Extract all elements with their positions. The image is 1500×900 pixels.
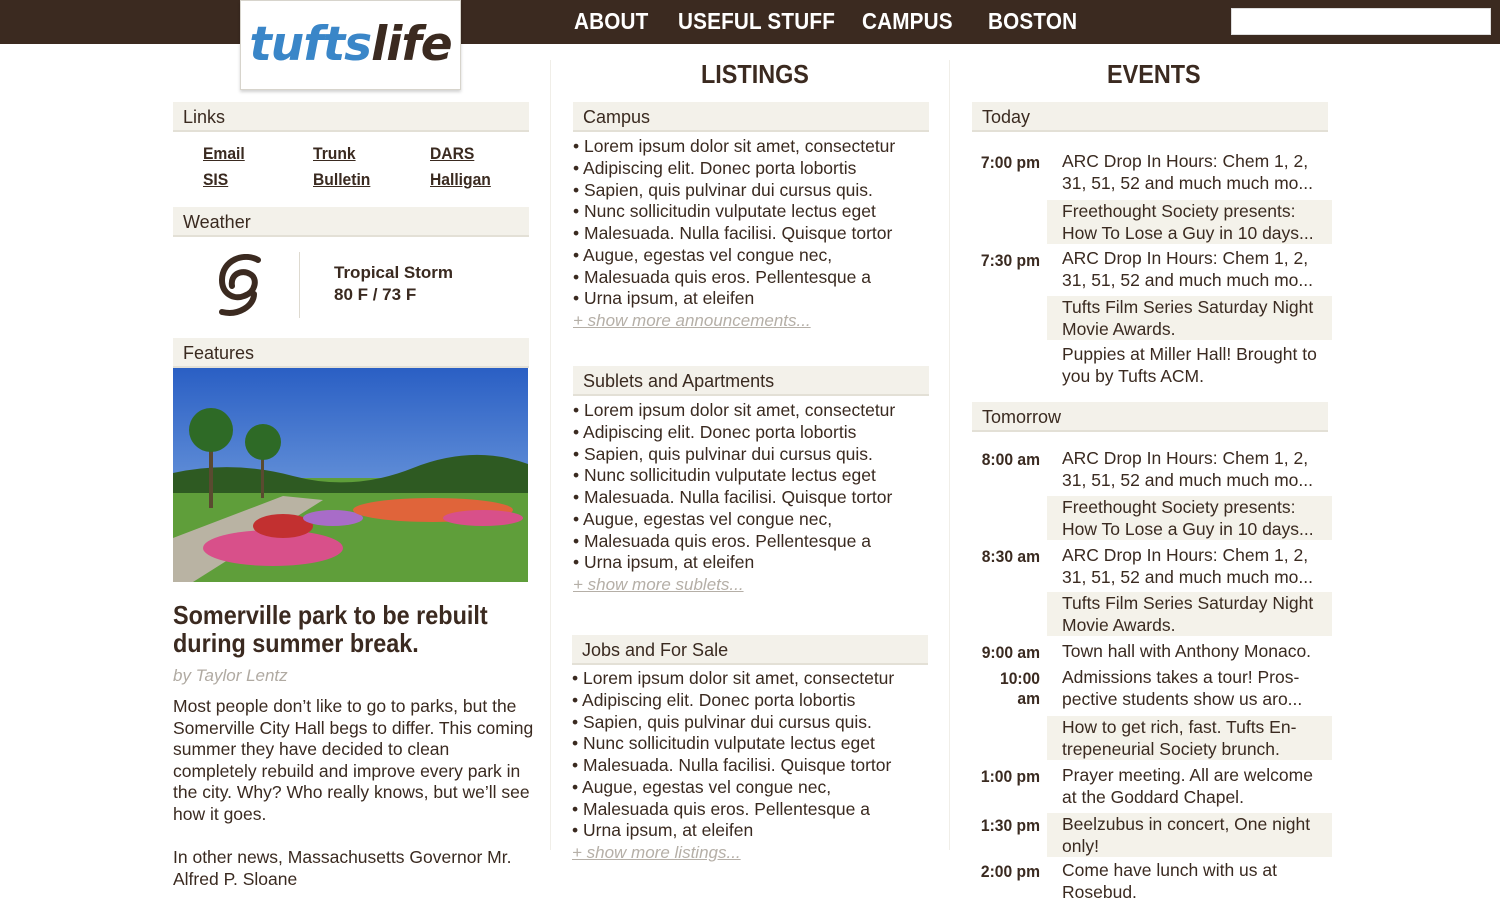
event-item[interactable]: Tufts Film Series Saturday Night Movie A… — [1047, 592, 1332, 637]
column-divider — [550, 60, 551, 850]
event-time: 1:30 pm — [980, 816, 1040, 835]
list-item[interactable]: • Lorem ipsum dolor sit amet, consectetu… — [573, 136, 895, 158]
events-tomorrow-header: Tomorrow — [972, 402, 1328, 432]
list-item[interactable]: • Malesuada. Nulla facilisi. Quisque tor… — [573, 223, 895, 245]
tropical-storm-icon — [218, 254, 261, 316]
show-more-listings-link[interactable]: + show more listings... — [572, 843, 741, 863]
event-time: 8:00 am — [981, 450, 1040, 469]
event-item[interactable]: Puppies at Miller Hall! Brought to you b… — [1047, 344, 1332, 387]
column-divider — [949, 60, 950, 850]
nav-boston[interactable]: BOSTON — [988, 8, 1077, 35]
event-item[interactable]: ARC Drop In Hours: Chem 1, 2, 31, 51, 52… — [1047, 151, 1332, 194]
weather-header: Weather — [173, 207, 529, 237]
nav-useful-stuff[interactable]: USEFUL STUFF — [678, 8, 835, 35]
link-bulletin[interactable]: Bulletin — [313, 170, 370, 190]
event-time: 8:30 am — [981, 547, 1040, 566]
weather-readout: Tropical Storm 80 F / 73 F — [334, 262, 453, 306]
event-item[interactable]: ARC Drop In Hours: Chem 1, 2, 31, 51, 52… — [1047, 248, 1332, 291]
list-item[interactable]: • Augue, egestas vel congue nec, — [572, 777, 894, 799]
listings-sublets-list: • Lorem ipsum dolor sit amet, consectetu… — [573, 400, 895, 574]
link-halligan[interactable]: Halligan — [430, 170, 491, 190]
park-photo — [173, 368, 528, 582]
event-item[interactable]: ARC Drop In Hours: Chem 1, 2, 31, 51, 52… — [1047, 448, 1332, 491]
list-item[interactable]: • Urna ipsum, at eleifen — [572, 820, 894, 842]
event-time: 7:00 pm — [980, 153, 1040, 172]
event-item[interactable]: How to get rich, fast. Tufts En-trepeneu… — [1047, 716, 1332, 761]
links-header: Links — [173, 102, 529, 132]
feature-photo[interactable] — [173, 368, 528, 582]
event-item[interactable]: Freethought Society presents: How To Los… — [1047, 496, 1332, 541]
show-more-sublets-link[interactable]: + show more sublets... — [573, 575, 744, 595]
list-item[interactable]: • Sapien, quis pulvinar dui cursus quis. — [573, 180, 895, 202]
list-item[interactable]: • Malesuada quis eros. Pellentesque a — [572, 799, 894, 821]
list-item[interactable]: • Adipiscing elit. Donec porta lobortis — [573, 158, 895, 180]
listings-campus-header: Campus — [573, 102, 929, 132]
list-item[interactable]: • Malesuada quis eros. Pellentesque a — [573, 531, 895, 553]
list-item[interactable]: • Sapien, quis pulvinar dui cursus quis. — [573, 444, 895, 466]
feature-paragraph-2: In other news, Massachusetts Governor Mr… — [173, 847, 512, 889]
feature-paragraph-1: Most people don’t like to go to parks, b… — [173, 696, 534, 824]
list-item[interactable]: • Augue, egestas vel congue nec, — [573, 245, 895, 267]
list-item[interactable]: • Nunc sollicitudin vulputate lectus ege… — [573, 201, 895, 223]
listings-jobs-header: Jobs and For Sale — [572, 635, 928, 665]
event-item[interactable]: Come have lunch with us at Rosebud. — [1047, 860, 1332, 900]
link-sis[interactable]: SIS — [203, 170, 228, 190]
logo-home-link[interactable]: tuftslife — [240, 0, 461, 90]
features-header: Features — [173, 338, 529, 368]
events-today-header: Today — [972, 102, 1328, 132]
nav-campus[interactable]: CAMPUS — [862, 8, 953, 35]
list-item[interactable]: • Malesuada. Nulla facilisi. Quisque tor… — [572, 755, 894, 777]
list-item[interactable]: • Urna ipsum, at eleifen — [573, 288, 895, 310]
events-title: EVENTS — [1107, 59, 1201, 89]
event-item[interactable]: Tufts Film Series Saturday Night Movie A… — [1047, 296, 1332, 341]
feature-title[interactable]: Somerville park to be rebuilt during sum… — [173, 601, 497, 657]
event-item[interactable]: Beelzubus in concert, One night only! — [1047, 813, 1332, 858]
event-item[interactable]: Town hall with Anthony Monaco. — [1047, 641, 1332, 663]
link-email[interactable]: Email — [203, 144, 245, 164]
list-item[interactable]: • Malesuada. Nulla facilisi. Quisque tor… — [573, 487, 895, 509]
listings-jobs-list: • Lorem ipsum dolor sit amet, consectetu… — [572, 668, 894, 842]
list-item[interactable]: • Nunc sollicitudin vulputate lectus ege… — [573, 465, 895, 487]
list-item[interactable]: • Nunc sollicitudin vulputate lectus ege… — [572, 733, 894, 755]
event-time: 1:00 pm — [980, 767, 1040, 786]
list-item[interactable]: • Adipiscing elit. Donec porta lobortis — [573, 422, 895, 444]
feature-byline: by Taylor Lentz — [173, 666, 288, 685]
listings-campus-list: • Lorem ipsum dolor sit amet, consectetu… — [573, 136, 895, 310]
show-more-announcements-link[interactable]: + show more announcements... — [573, 311, 811, 331]
event-item[interactable]: Freethought Society presents: How To Los… — [1047, 200, 1332, 245]
feature-article: Most people don’t like to go to parks, b… — [173, 696, 535, 890]
link-dars[interactable]: DARS — [430, 144, 474, 164]
event-item[interactable]: ARC Drop In Hours: Chem 1, 2, 31, 51, 52… — [1047, 545, 1332, 588]
nav-about[interactable]: ABOUT — [574, 8, 649, 35]
listings-title: LISTINGS — [701, 59, 809, 89]
list-item[interactable]: • Adipiscing elit. Donec porta lobortis — [572, 690, 894, 712]
event-time: 9:00 am — [981, 643, 1040, 662]
list-item[interactable]: • Lorem ipsum dolor sit amet, consectetu… — [573, 400, 895, 422]
weather-divider — [299, 252, 300, 318]
list-item[interactable]: • Malesuada quis eros. Pellentesque a — [573, 267, 895, 289]
list-item[interactable]: • Sapien, quis pulvinar dui cursus quis. — [572, 712, 894, 734]
weather-temps: 80 F / 73 F — [334, 285, 417, 304]
event-time: 10:00 am — [999, 669, 1040, 708]
list-item[interactable]: • Urna ipsum, at eleifen — [573, 552, 895, 574]
weather-condition: Tropical Storm — [334, 263, 454, 282]
list-item[interactable]: • Lorem ipsum dolor sit amet, consectetu… — [572, 668, 894, 690]
event-item[interactable]: Prayer meeting. All are welcome at the G… — [1047, 765, 1332, 808]
event-item[interactable]: Admissions takes a tour! Pros-pective st… — [1047, 667, 1332, 710]
search-input[interactable] — [1231, 8, 1491, 35]
link-trunk[interactable]: Trunk — [313, 144, 356, 164]
logo: tuftslife — [249, 17, 452, 72]
event-time: 2:00 pm — [980, 862, 1040, 881]
listings-sublets-header: Sublets and Apartments — [573, 366, 929, 396]
list-item[interactable]: • Augue, egestas vel congue nec, — [573, 509, 895, 531]
event-time: 7:30 pm — [980, 251, 1040, 270]
